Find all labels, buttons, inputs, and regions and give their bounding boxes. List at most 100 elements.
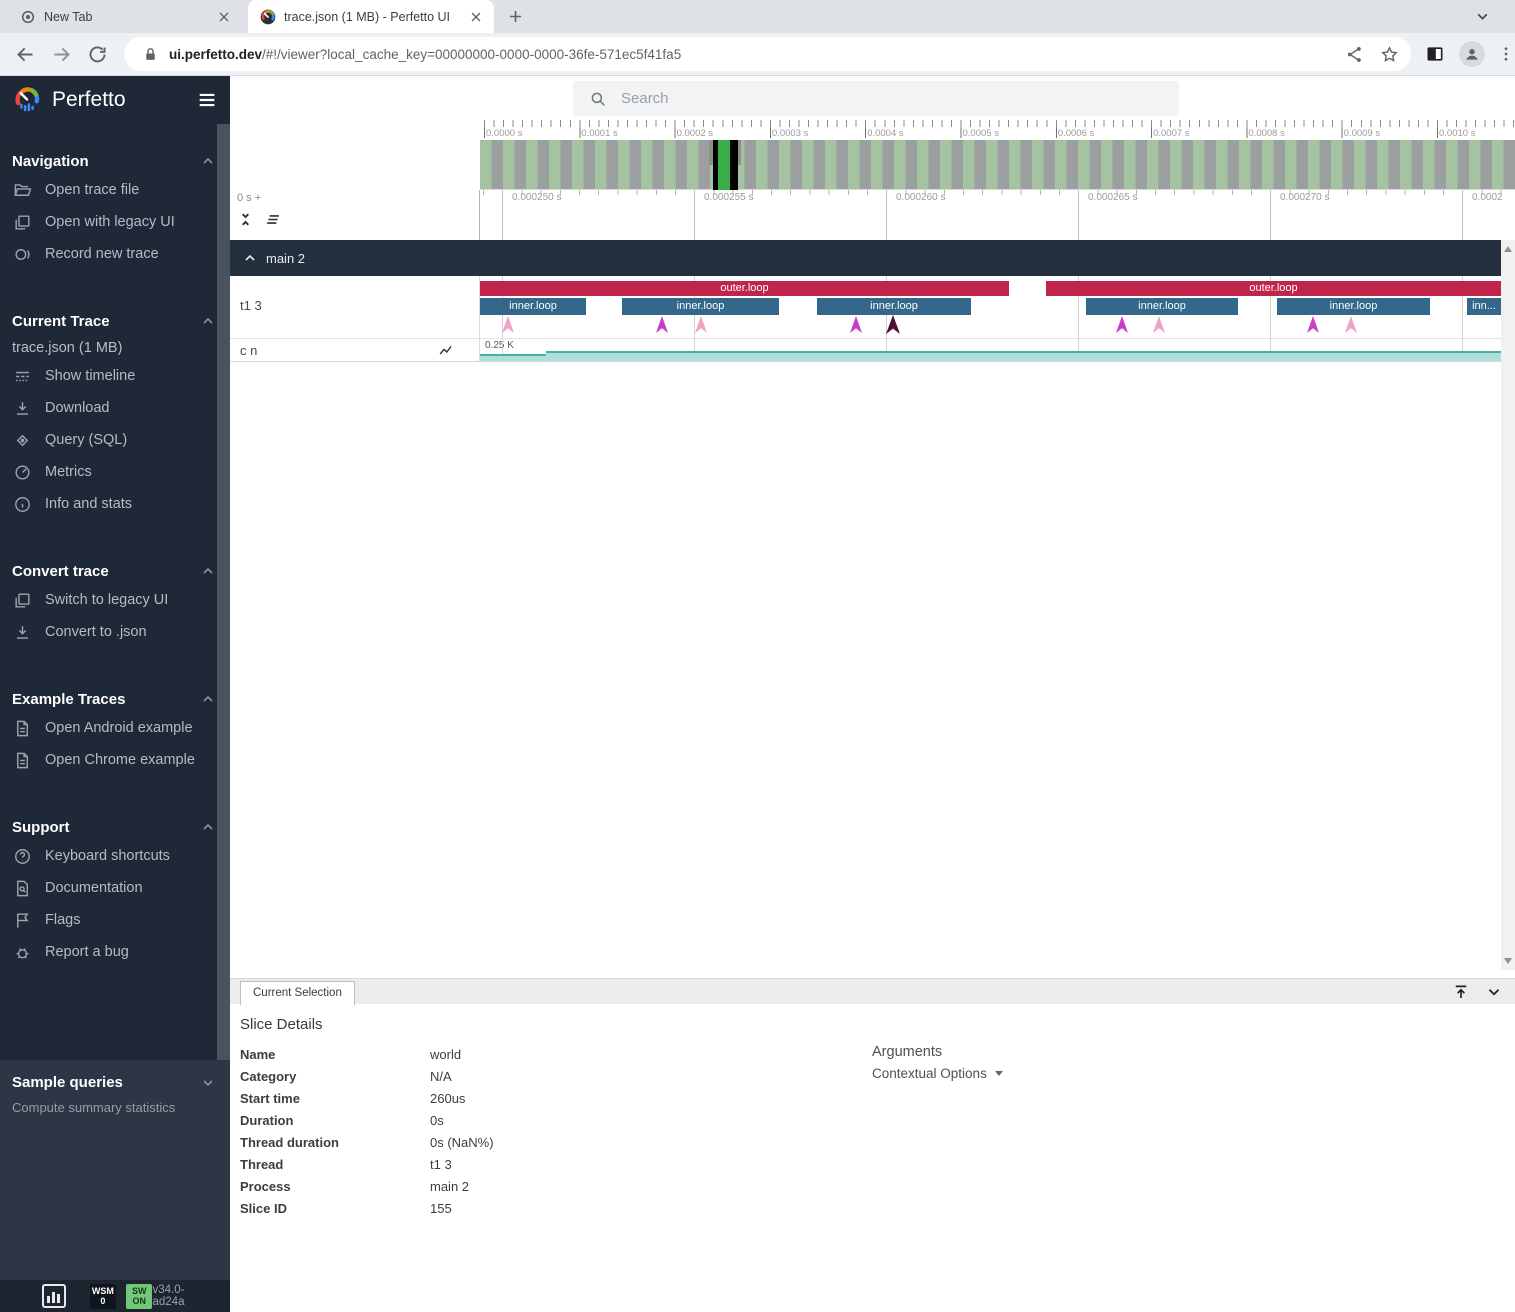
slice-inner-loop[interactable]: inner.loop xyxy=(1086,298,1238,315)
avatar[interactable] xyxy=(1459,41,1485,67)
track-filter-icon[interactable] xyxy=(265,211,282,228)
instant-marker[interactable] xyxy=(1116,316,1128,333)
slice-outer-loop[interactable]: outer.loop xyxy=(1046,281,1501,296)
tab-search-icon[interactable] xyxy=(1474,8,1491,25)
scroll-down-icon[interactable] xyxy=(1504,958,1512,964)
chevron-up-icon[interactable] xyxy=(200,153,216,169)
ruler-gridline xyxy=(886,190,887,240)
section-header[interactable]: Convert trace xyxy=(0,558,230,584)
detail-value: main 2 xyxy=(430,1179,469,1194)
chevron-up-icon[interactable] xyxy=(200,313,216,329)
counter-track-content[interactable]: 0.25 K xyxy=(480,339,1501,361)
chevron-up-icon[interactable] xyxy=(200,563,216,579)
sidebar-item-info-and-stats[interactable]: Info and stats xyxy=(0,488,230,520)
slice-outer-loop[interactable]: outer.loop xyxy=(480,281,1009,296)
collapse-tracks-icon[interactable] xyxy=(237,211,254,228)
slice-inner-loop[interactable]: inner.loop xyxy=(1277,298,1430,315)
section-header[interactable]: Support xyxy=(0,814,230,840)
thread-track-content[interactable]: outer.loop outer.loop inner.loop inner.loop… xyxy=(480,276,1501,338)
sidebar-item-switch-to-legacy-ui[interactable]: Switch to legacy UI xyxy=(0,584,230,616)
search-box[interactable] xyxy=(573,81,1179,116)
instant-marker-selected[interactable] xyxy=(886,315,900,334)
perf-stats-icon[interactable] xyxy=(42,1284,66,1308)
section-header[interactable]: Example Traces xyxy=(0,686,230,712)
sidebar-item-flags[interactable]: Flags xyxy=(0,904,230,936)
instant-marker[interactable] xyxy=(656,316,668,333)
sidebar-item-open-with-legacy-ui[interactable]: Open with legacy UI xyxy=(0,206,230,238)
lock-icon[interactable] xyxy=(142,46,159,63)
sidebar-item-open-chrome-example[interactable]: Open Chrome example xyxy=(0,744,230,776)
slice-details-body: Slice Details NameworldCategoryN/AStart … xyxy=(230,1004,1515,1219)
sidebar-item-keyboard-shortcuts[interactable]: Keyboard shortcuts xyxy=(0,840,230,872)
main-area: 0.0000 s0.0001 s0.0002 s0.0003 s0.0004 s… xyxy=(230,76,1515,1312)
bookmark-star-icon[interactable] xyxy=(1380,45,1399,64)
sidebar-item-report-a-bug[interactable]: Report a bug xyxy=(0,936,230,968)
browser-toolbar: ui.perfetto.dev/#!/viewer?local_cache_ke… xyxy=(0,33,1515,76)
detail-value: 155 xyxy=(430,1201,452,1216)
browser-tab-newtab[interactable]: New Tab xyxy=(8,0,242,33)
sidebar-item-documentation[interactable]: Documentation xyxy=(0,872,230,904)
scroll-up-icon[interactable] xyxy=(1504,246,1512,252)
instant-marker[interactable] xyxy=(695,316,707,333)
slice-inner-loop[interactable]: inner.loop xyxy=(817,298,971,315)
section-header[interactable]: Current Trace xyxy=(0,308,230,334)
viewport-ruler[interactable]: 0.000250 s0.000255 s0.000260 s0.000265 s… xyxy=(480,190,1515,240)
hamburger-menu-icon[interactable] xyxy=(196,89,218,111)
sidebar-item-metrics[interactable]: Metrics xyxy=(0,456,230,488)
sidebar-item-query-sql-[interactable]: Query (SQL) xyxy=(0,424,230,456)
instant-marker[interactable] xyxy=(1345,316,1357,333)
detail-label: Category xyxy=(240,1069,430,1084)
sidebar-scrollbar[interactable] xyxy=(217,124,230,1060)
side-panel-icon[interactable] xyxy=(1425,44,1445,64)
url-text[interactable]: ui.perfetto.dev/#!/viewer?local_cache_ke… xyxy=(169,47,1329,62)
instant-marker[interactable] xyxy=(1153,316,1165,333)
perfetto-logo-icon xyxy=(12,85,42,115)
counter-value-area[interactable] xyxy=(480,354,546,361)
wsm-badge[interactable]: WSM0 xyxy=(90,1284,116,1309)
sidebar-item-open-android-example[interactable]: Open Android example xyxy=(0,712,230,744)
chevron-down-icon[interactable] xyxy=(200,1075,216,1091)
tab-close-icon[interactable] xyxy=(216,9,232,25)
slice-inner-loop[interactable]: inner.loop xyxy=(622,298,779,315)
overview-tick-label: 0.0008 s xyxy=(1248,128,1284,139)
trace-minimap[interactable] xyxy=(480,140,1515,190)
chevron-up-icon[interactable] xyxy=(242,250,258,266)
expand-panel-icon[interactable] xyxy=(1452,983,1470,1001)
omnibox[interactable]: ui.perfetto.dev/#!/viewer?local_cache_ke… xyxy=(124,37,1411,71)
sidebar-item-convert-to-json[interactable]: Convert to .json xyxy=(0,616,230,648)
tab-close-icon[interactable] xyxy=(468,9,484,25)
chevron-up-icon[interactable] xyxy=(200,819,216,835)
section-header[interactable]: Navigation xyxy=(0,148,230,174)
instant-marker[interactable] xyxy=(1307,316,1319,333)
instant-marker[interactable] xyxy=(502,316,514,333)
sidebar-item-open-trace-file[interactable]: Open trace file xyxy=(0,174,230,206)
tab-current-selection[interactable]: Current Selection xyxy=(240,981,355,1005)
sidebar-item-show-timeline[interactable]: Show timeline xyxy=(0,360,230,392)
chevron-up-icon[interactable] xyxy=(200,691,216,707)
sidebar-item-download[interactable]: Download xyxy=(0,392,230,424)
detail-label: Slice ID xyxy=(240,1201,430,1216)
slice-inner-loop[interactable]: inn... xyxy=(1467,298,1501,315)
new-tab-button[interactable] xyxy=(506,7,525,26)
sw-badge[interactable]: SWON xyxy=(126,1284,152,1309)
sidebar-item-record-new-trace[interactable]: Record new trace xyxy=(0,238,230,270)
back-button[interactable] xyxy=(15,44,36,65)
counter-value-area[interactable] xyxy=(546,351,1501,361)
process-group-header[interactable]: main 2 xyxy=(230,240,1501,276)
browser-menu-icon[interactable] xyxy=(1497,45,1515,63)
counter-track-label[interactable]: c n xyxy=(230,339,480,361)
share-icon[interactable] xyxy=(1345,45,1364,64)
thread-track-label[interactable]: t1 3 xyxy=(230,276,480,338)
reload-button[interactable] xyxy=(87,44,108,65)
sidebar-item-label: Open trace file xyxy=(45,182,139,198)
instant-marker[interactable] xyxy=(850,316,862,333)
tracks-scrollbar[interactable] xyxy=(1501,240,1515,970)
search-input[interactable] xyxy=(621,90,1179,107)
browser-tab-perfetto[interactable]: trace.json (1 MB) - Perfetto UI xyxy=(248,0,494,33)
viewport-marker[interactable] xyxy=(713,140,738,190)
contextual-options-dropdown[interactable]: Contextual Options xyxy=(872,1066,1003,1081)
sidebar-item-label: Open Android example xyxy=(45,720,193,736)
collapse-panel-icon[interactable] xyxy=(1485,983,1503,1001)
forward-button[interactable] xyxy=(51,44,72,65)
slice-inner-loop[interactable]: inner.loop xyxy=(480,298,586,315)
